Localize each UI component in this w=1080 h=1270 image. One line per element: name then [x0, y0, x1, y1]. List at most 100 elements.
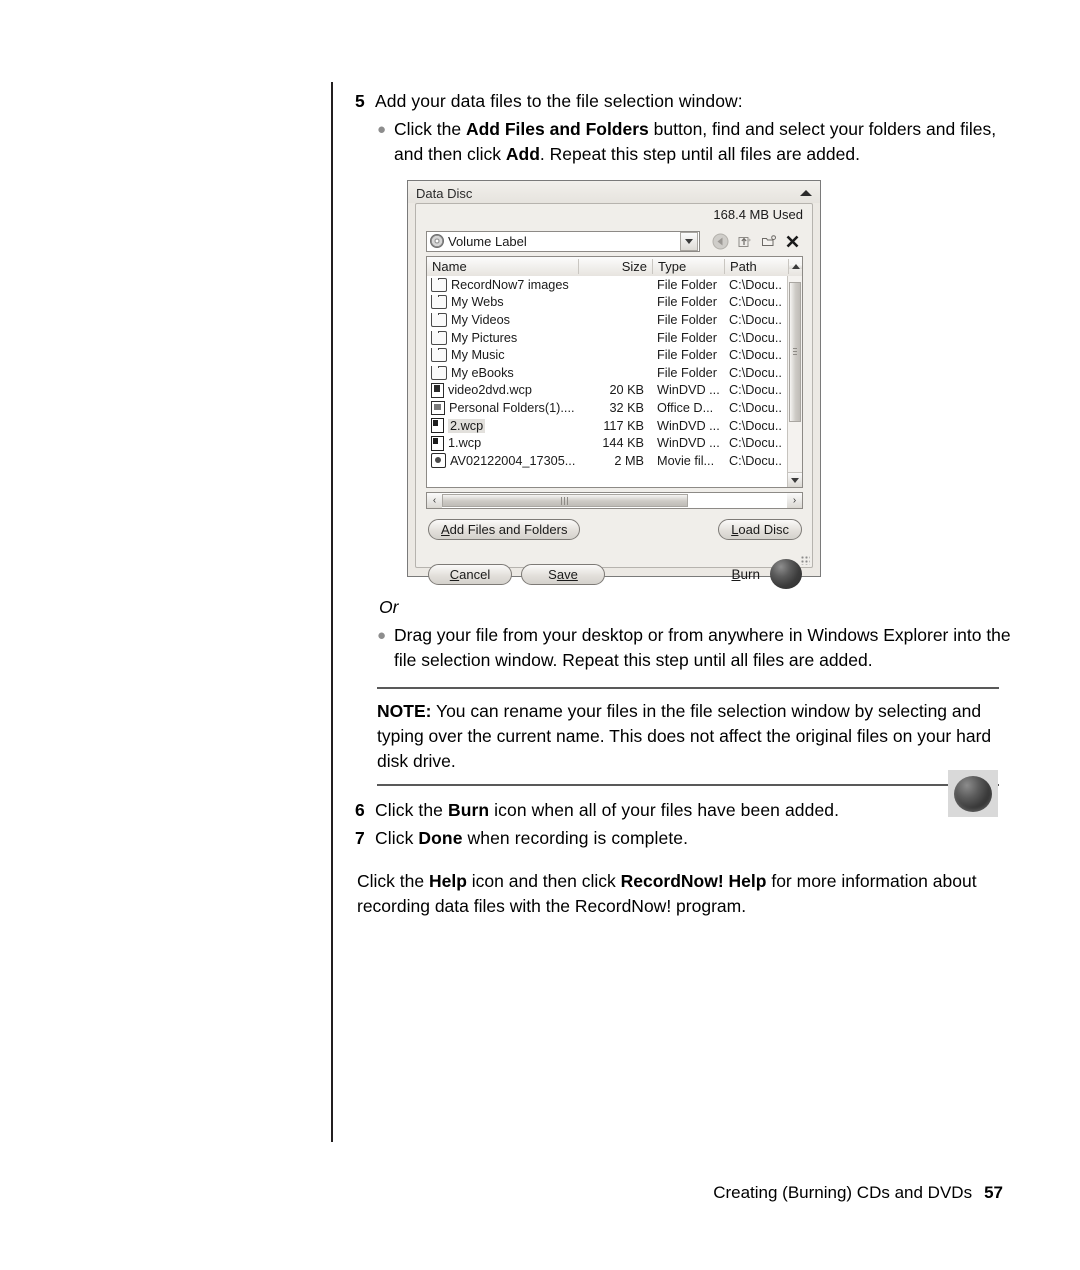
file-row[interactable]: My Music File Folder C:\Docu.. [427, 346, 787, 364]
step-5-bullet-1: ● Click the Add Files and Folders button… [377, 117, 1015, 167]
add-files-accel: A [441, 522, 450, 537]
closing-bold2: RecordNow! Help [620, 871, 767, 891]
scroll-left-button[interactable]: ‹ [427, 493, 442, 508]
burn-disc-icon [954, 775, 992, 812]
step6-part1: Click the [375, 800, 448, 820]
scroll-up-button[interactable] [789, 264, 802, 269]
step-5-number: 5 [355, 91, 365, 111]
file-size-cell: 144 KB [602, 436, 644, 451]
folder-icon [431, 348, 447, 363]
step-7: 7 Click Done when recording is complete. [355, 825, 1015, 851]
file-row[interactable]: Personal Folders(1).... 32 KB Office D... C… [427, 399, 787, 417]
step6-part2: icon when all of your files have been ad… [489, 800, 840, 820]
volume-label-dropdown-button[interactable] [680, 231, 698, 251]
file-type-cell: File Folder [657, 330, 717, 345]
file-row[interactable]: RecordNow7 images File Folder C:\Docu.. [427, 276, 787, 294]
bullet-dot-icon: ● [377, 121, 387, 138]
folder-icon [431, 330, 447, 345]
cancel-label: ancel [459, 566, 491, 582]
back-icon[interactable] [712, 233, 729, 250]
document-page: 5 Add your data files to the file select… [0, 0, 1080, 1270]
data-disc-dialog: Data Disc 168.4 MB Used Volume Label Nam… [407, 180, 821, 589]
add-files-and-folders-button[interactable]: Add Files and Folders [428, 519, 581, 540]
up-folder-icon[interactable] [736, 233, 753, 250]
save-button[interactable]: Save [521, 563, 605, 585]
file-list-vertical-scrollbar[interactable] [787, 276, 802, 487]
load-disc-button[interactable]: Load Disc [718, 519, 802, 540]
file-name-text: 2.wcp [448, 418, 486, 433]
closing-paragraph: Click the Help icon and then click Recor… [357, 869, 1015, 919]
file-name-cell: My Videos [427, 312, 579, 327]
office-doc-icon [431, 400, 445, 415]
file-name-text: AV02122004_17305... [450, 453, 576, 468]
step-5-text: Add your data files to the file selectio… [375, 91, 743, 111]
column-header-size[interactable]: Size [579, 259, 653, 274]
file-row[interactable]: video2dvd.wcp 20 KB WinDVD ... C:\Docu.. [427, 382, 787, 400]
file-name-text: My Videos [451, 312, 511, 327]
save-accel: ave [556, 566, 578, 582]
file-row[interactable]: My eBooks File Folder C:\Docu.. [427, 364, 787, 382]
file-row[interactable]: My Webs File Folder C:\Docu.. [427, 294, 787, 312]
dialog-toolbar [700, 233, 803, 250]
or-label: Or [379, 597, 399, 617]
dialog-titlebar: Data Disc [408, 181, 820, 203]
chevron-down-icon [685, 238, 693, 244]
file-list: Name Size Type Path RecordNow7 images Fil… [426, 256, 803, 488]
disc-used-label: 168.4 MB Used [713, 207, 803, 222]
step-6-text: Click the Burn icon when all of your fil… [375, 797, 1015, 823]
scroll-right-button[interactable]: › [787, 493, 802, 508]
left-margin-rule [331, 82, 333, 1142]
file-name-text: 1.wcp [448, 436, 482, 451]
file-type-cell: File Folder [657, 365, 717, 380]
closing-part1: Click the [357, 871, 429, 891]
file-path-cell: C:\Docu.. [729, 330, 782, 345]
hscroll-thumb[interactable] [442, 494, 688, 507]
collapse-icon[interactable] [800, 190, 812, 196]
bullet1-bold2: Add [505, 144, 540, 164]
file-row[interactable]: 2.wcp 117 KB WinDVD ... C:\Docu.. [427, 417, 787, 435]
file-row[interactable]: AV02122004_17305... 2 MB Movie fil... C:\Do… [427, 452, 787, 470]
file-type-cell: WinDVD ... [657, 436, 720, 451]
file-type-cell: File Folder [657, 295, 717, 310]
disc-icon [430, 234, 444, 248]
file-name-cell: 1.wcp [427, 435, 579, 451]
file-list-rows: RecordNow7 images File Folder C:\Docu.. My … [427, 276, 787, 487]
file-name-text: Personal Folders(1).... [449, 400, 575, 415]
column-header-type[interactable]: Type [653, 259, 725, 274]
file-size-cell: 20 KB [609, 383, 644, 398]
step-5-bullet-1-text: Click the Add Files and Folders button, … [394, 117, 1015, 167]
file-row[interactable]: My Pictures File Folder C:\Docu.. [427, 329, 787, 347]
folder-icon [431, 365, 447, 380]
file-name-cell: AV02122004_17305... [427, 453, 579, 469]
scroll-down-button[interactable] [788, 472, 802, 487]
file-path-cell: C:\Docu.. [729, 400, 782, 415]
column-header-name[interactable]: Name [427, 259, 579, 274]
file-row[interactable]: My Videos File Folder C:\Docu.. [427, 311, 787, 329]
resize-grip-icon[interactable] [801, 556, 810, 565]
cancel-button[interactable]: Cancel [428, 563, 512, 585]
file-row[interactable]: 1.wcp 144 KB WinDVD ... C:\Docu.. [427, 434, 787, 452]
volume-label-field[interactable]: Volume Label [426, 230, 700, 252]
file-name-cell: 2.wcp [427, 418, 579, 434]
step-7-text: Click Done when recording is complete. [375, 825, 1015, 851]
file-list-horizontal-scrollbar[interactable]: ‹ › [426, 492, 803, 509]
new-folder-icon[interactable] [760, 233, 777, 250]
hscroll-track[interactable] [442, 493, 787, 508]
burn-label: Burn [731, 567, 760, 582]
scrollbar-thumb[interactable] [789, 282, 801, 422]
file-name-cell: My eBooks [427, 365, 579, 380]
burn-button[interactable] [770, 559, 802, 589]
dialog-title: Data Disc [416, 185, 473, 201]
file-name-text: video2dvd.wcp [448, 383, 532, 398]
step7-part1: Click [375, 828, 419, 848]
step7-bold1: Done [418, 828, 463, 848]
column-header-path[interactable]: Path [725, 259, 789, 274]
file-type-cell: File Folder [657, 277, 717, 292]
chevron-down-icon-scroll [791, 477, 799, 483]
note-label: NOTE: [377, 701, 432, 721]
chevron-up-icon [791, 264, 800, 269]
save-pre: S [548, 566, 557, 582]
load-disc-label: oad Disc [738, 522, 789, 537]
delete-icon[interactable] [784, 233, 801, 250]
file-path-cell: C:\Docu.. [729, 365, 782, 380]
